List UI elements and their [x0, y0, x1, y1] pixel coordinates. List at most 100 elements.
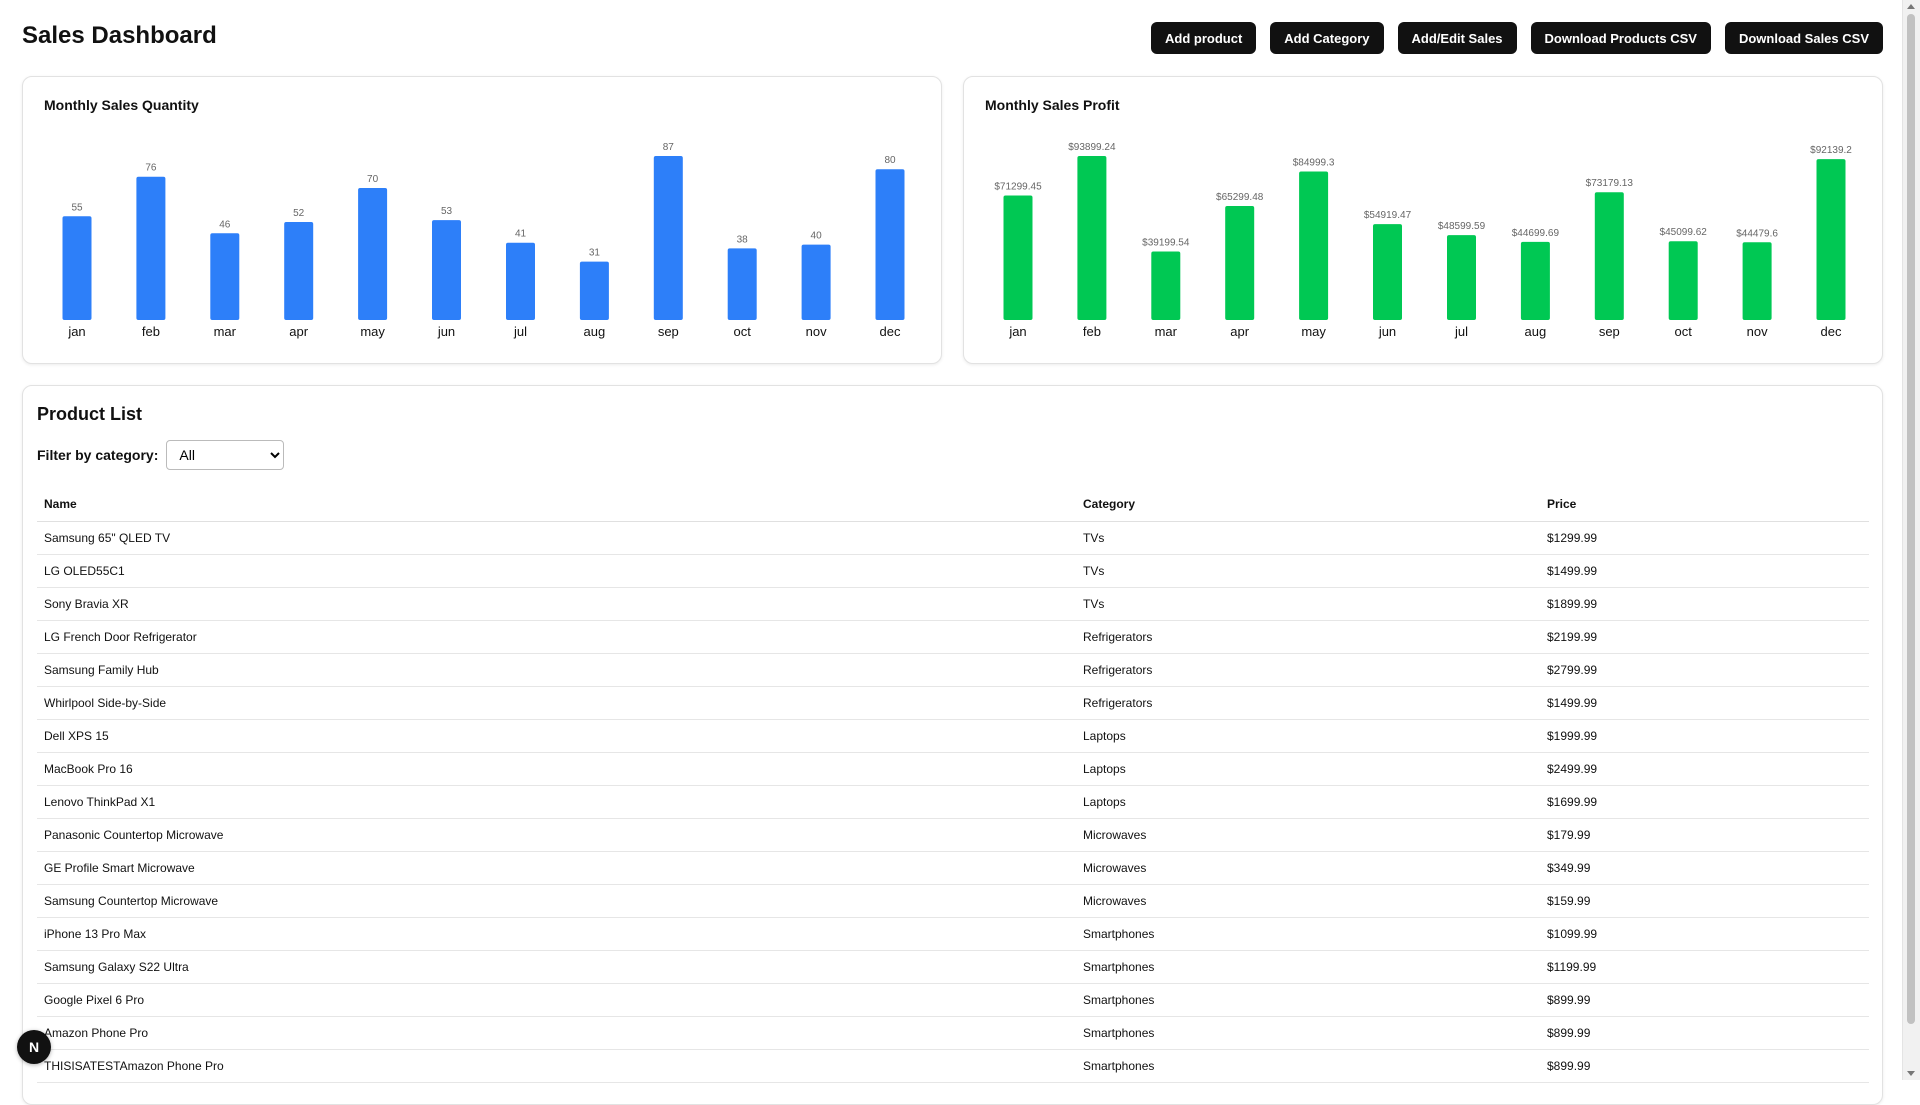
- x-tick-label: feb: [1083, 324, 1101, 339]
- x-tick-label: aug: [584, 324, 606, 339]
- bar-value-label: 53: [441, 206, 453, 217]
- bar-value-label: $84999.3: [1293, 158, 1335, 169]
- page-title: Sales Dashboard: [22, 22, 217, 49]
- table-row[interactable]: Dell XPS 15 Laptops $1999.99: [37, 719, 1869, 753]
- product-category-cell: Smartphones: [1076, 950, 1540, 984]
- product-name-cell: GE Profile Smart Microwave: [37, 851, 1076, 885]
- add-product-button[interactable]: Add product: [1151, 22, 1257, 54]
- x-tick-label: jan: [67, 324, 85, 339]
- product-category-cell: TVs: [1076, 587, 1540, 621]
- table-row[interactable]: Amazon Phone Pro Smartphones $899.99: [37, 1016, 1869, 1050]
- product-name-cell: Sony Bravia XR: [37, 587, 1076, 621]
- section-title: Product List: [37, 404, 143, 424]
- sales-profit-card: Monthly Sales Profit $71299.45 jan $93899.…: [963, 76, 1883, 364]
- table-row[interactable]: LG OLED55C1 TVs $1499.99: [37, 554, 1869, 588]
- category-select[interactable]: All: [166, 440, 285, 470]
- column-header-category[interactable]: Category: [1076, 487, 1540, 522]
- bar[interactable]: [210, 233, 240, 320]
- bar[interactable]: [1373, 224, 1402, 320]
- table-row[interactable]: Samsung Countertop Microwave Microwaves $1…: [37, 884, 1869, 918]
- bar-value-label: 31: [589, 248, 601, 259]
- table-row[interactable]: Panasonic Countertop Microwave Microwaves…: [37, 818, 1869, 852]
- column-header-name[interactable]: Name: [37, 487, 1076, 522]
- product-price-cell: $899.99: [1540, 983, 1869, 1017]
- next-devtools-badge[interactable]: N: [17, 1030, 51, 1064]
- column-header-price[interactable]: Price: [1540, 487, 1869, 522]
- table-row[interactable]: Samsung Family Hub Refrigerators $2799.99: [37, 653, 1869, 687]
- bar-value-label: $39199.54: [1142, 238, 1190, 249]
- table-row[interactable]: Sony Bravia XR TVs $1899.99: [37, 587, 1869, 621]
- bar-value-label: $92139.2: [1810, 145, 1852, 156]
- add-category-button[interactable]: Add Category: [1270, 22, 1384, 54]
- add-edit-sales-button[interactable]: Add/Edit Sales: [1397, 22, 1517, 54]
- download-products-csv-button[interactable]: Download Products CSV: [1530, 22, 1711, 54]
- filter-label: Filter by category:: [37, 447, 159, 463]
- table-row[interactable]: Google Pixel 6 Pro Smartphones $899.99: [37, 983, 1869, 1017]
- x-tick-label: sep: [1599, 324, 1620, 339]
- product-price-cell: $899.99: [1540, 1049, 1869, 1083]
- bar[interactable]: [136, 176, 166, 320]
- vertical-scrollbar[interactable]: [1902, 0, 1920, 1080]
- bar-value-label: 55: [71, 202, 83, 213]
- table-row[interactable]: Samsung Galaxy S22 Ultra Smartphones $1199…: [37, 950, 1869, 984]
- bar[interactable]: [1077, 156, 1107, 320]
- bar[interactable]: [1447, 235, 1476, 320]
- bar[interactable]: [1299, 171, 1329, 321]
- toolbar: Add product Add Category Add/Edit Sales …: [1151, 22, 1883, 54]
- bar[interactable]: [579, 261, 609, 320]
- bar[interactable]: [1742, 242, 1772, 320]
- table-row[interactable]: Lenovo ThinkPad X1 Laptops $1699.99: [37, 785, 1869, 819]
- product-name-cell: Amazon Phone Pro: [37, 1016, 1076, 1050]
- bar[interactable]: [1594, 192, 1624, 320]
- product-table-body: Samsung 65" QLED TV TVs $1299.99 LG OLED55C…: [37, 521, 1869, 1083]
- bar[interactable]: [1816, 159, 1846, 320]
- table-row[interactable]: GE Profile Smart Microwave Microwaves $349…: [37, 851, 1869, 885]
- table-row[interactable]: MacBook Pro 16 Laptops $2499.99: [37, 752, 1869, 786]
- table-row[interactable]: LG French Door Refrigerator Refrigerators…: [37, 620, 1869, 654]
- bar[interactable]: [1003, 195, 1033, 321]
- bar-value-label: $73179.13: [1586, 178, 1634, 189]
- bar[interactable]: [653, 156, 683, 320]
- product-category-cell: Microwaves: [1076, 851, 1540, 885]
- table-header-row: Name Category Price: [37, 487, 1869, 522]
- download-sales-csv-button[interactable]: Download Sales CSV: [1724, 22, 1883, 54]
- product-category-cell: Smartphones: [1076, 1049, 1540, 1083]
- x-tick-label: jun: [437, 324, 455, 339]
- scroll-down-arrow-icon[interactable]: [1907, 1071, 1915, 1076]
- bar[interactable]: [506, 242, 535, 320]
- table-row[interactable]: THISISATESTAmazon Phone Pro Smartphones $8…: [37, 1049, 1869, 1083]
- bar-value-label: $71299.45: [994, 182, 1042, 193]
- x-tick-label: dec: [1821, 324, 1842, 339]
- bar[interactable]: [1225, 206, 1255, 320]
- bar[interactable]: [727, 248, 757, 320]
- product-price-cell: $1499.99: [1540, 686, 1869, 720]
- x-tick-label: jul: [513, 324, 527, 339]
- product-price-cell: $349.99: [1540, 851, 1869, 885]
- bar[interactable]: [801, 244, 831, 320]
- product-list-card: Product List Filter by category: All Nam…: [22, 385, 1883, 1105]
- bar[interactable]: [62, 216, 92, 320]
- x-tick-label: apr: [289, 324, 308, 339]
- bar[interactable]: [284, 222, 314, 320]
- bar[interactable]: [1151, 251, 1181, 321]
- category-filter: Filter by category: All: [37, 440, 285, 470]
- table-row[interactable]: iPhone 13 Pro Max Smartphones $1099.99: [37, 917, 1869, 951]
- product-name-cell: Samsung Galaxy S22 Ultra: [37, 950, 1076, 984]
- bar[interactable]: [1520, 241, 1550, 320]
- product-name-cell: Whirlpool Side-by-Side: [37, 686, 1076, 720]
- product-price-cell: $1899.99: [1540, 587, 1869, 621]
- x-tick-label: sep: [658, 324, 679, 339]
- scrollbar-thumb[interactable]: [1907, 14, 1915, 1024]
- table-row[interactable]: Whirlpool Side-by-Side Refrigerators $1499…: [37, 686, 1869, 720]
- scroll-up-arrow-icon[interactable]: [1907, 4, 1915, 9]
- bar[interactable]: [358, 188, 388, 320]
- product-category-cell: Laptops: [1076, 719, 1540, 753]
- bar[interactable]: [432, 220, 461, 320]
- table-row[interactable]: Samsung 65" QLED TV TVs $1299.99: [37, 521, 1869, 555]
- product-price-cell: $179.99: [1540, 818, 1869, 852]
- product-price-cell: $1499.99: [1540, 554, 1869, 588]
- x-tick-label: mar: [1155, 324, 1178, 339]
- bar[interactable]: [875, 169, 905, 320]
- product-name-cell: MacBook Pro 16: [37, 752, 1076, 786]
- bar[interactable]: [1668, 241, 1698, 320]
